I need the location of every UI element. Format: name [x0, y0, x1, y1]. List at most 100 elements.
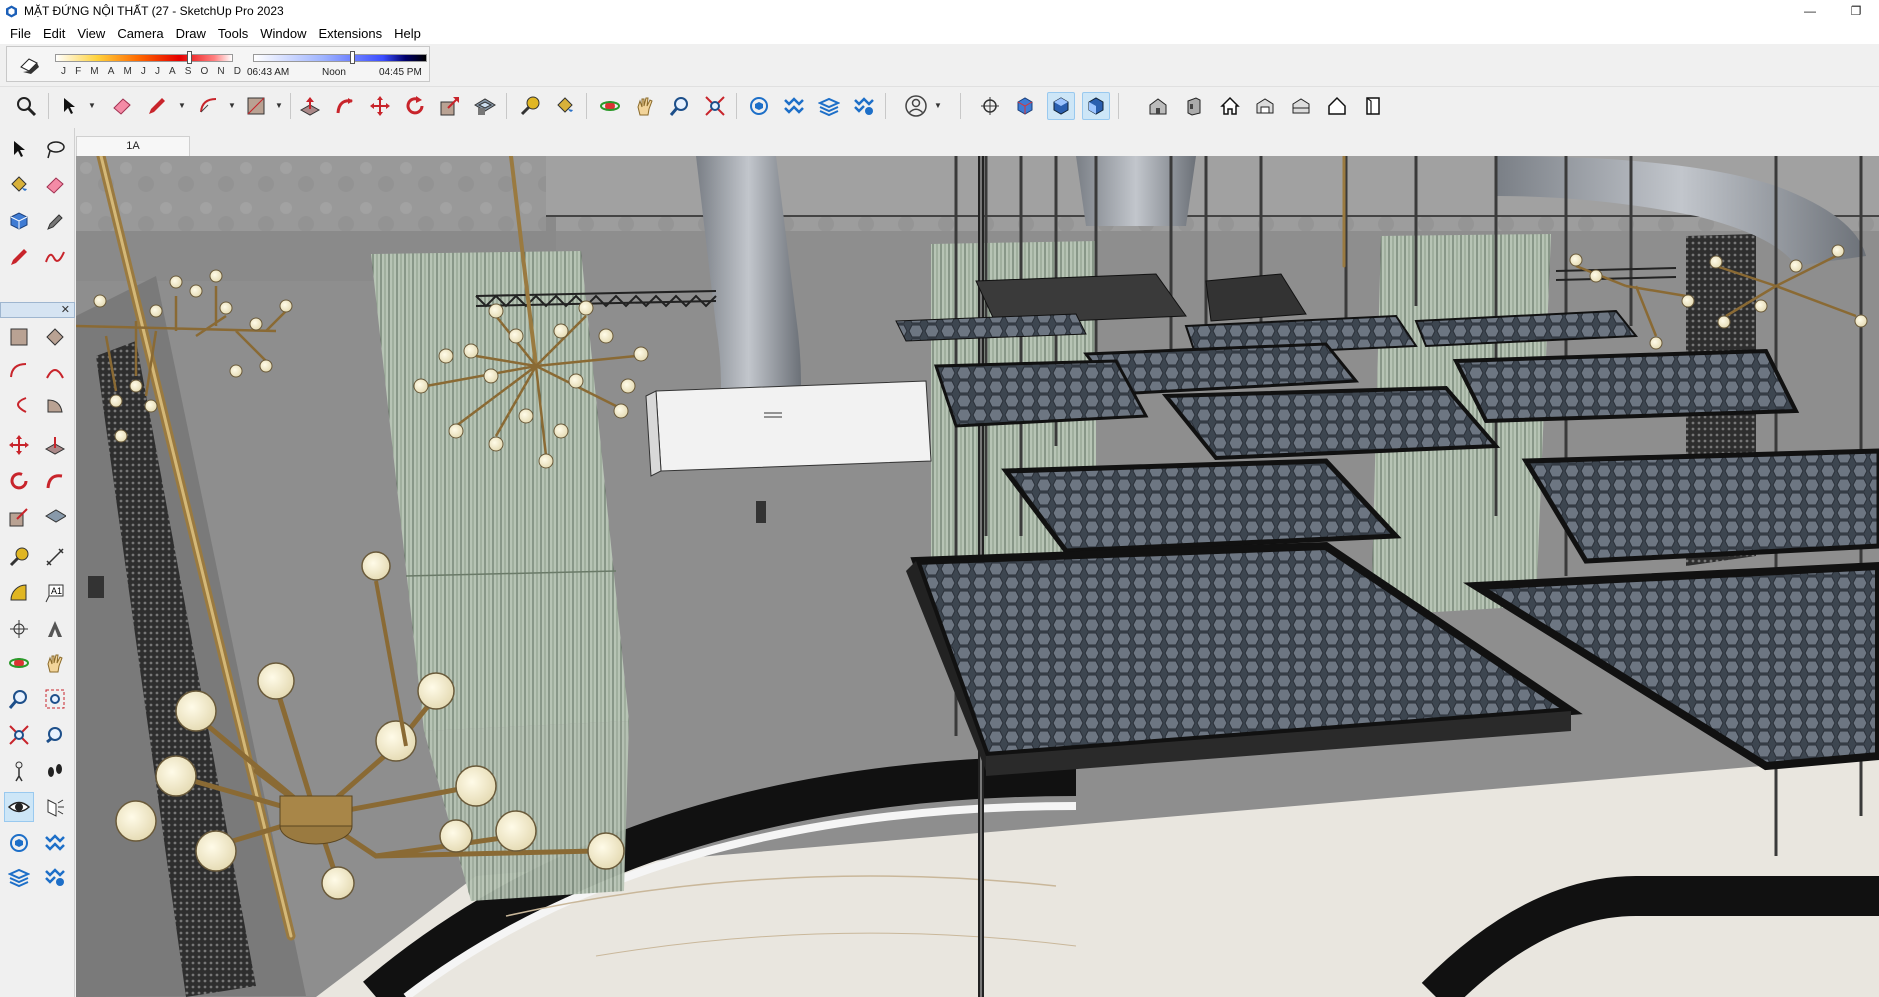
styles-panel-icon[interactable]: [40, 862, 70, 892]
move-tool-icon[interactable]: [4, 430, 34, 460]
menu-window[interactable]: Window: [254, 26, 312, 41]
month-label: S: [184, 66, 192, 77]
scene-tab[interactable]: 1A: [76, 136, 190, 156]
time-slider-thumb[interactable]: [350, 51, 356, 64]
home-view-icon[interactable]: [1216, 92, 1244, 120]
line-tool-icon[interactable]: [4, 242, 34, 272]
menu-view[interactable]: View: [71, 26, 111, 41]
axes-icon[interactable]: [4, 614, 34, 644]
walk-icon[interactable]: [40, 756, 70, 786]
freehand-icon[interactable]: [40, 242, 70, 272]
scale-icon[interactable]: [436, 92, 464, 120]
offset-tool-icon[interactable]: [40, 502, 70, 532]
eraser-tool-icon[interactable]: [40, 170, 70, 200]
offset-icon[interactable]: [471, 92, 499, 120]
rotate-tool-icon[interactable]: [4, 466, 34, 496]
menu-help[interactable]: Help: [388, 26, 427, 41]
menu-extensions[interactable]: Extensions: [313, 26, 389, 41]
pie-icon[interactable]: [40, 390, 70, 420]
pan-tool-icon[interactable]: [40, 648, 70, 678]
account-icon[interactable]: [902, 92, 930, 120]
iso-house-icon[interactable]: [1144, 92, 1172, 120]
house-outline-icon[interactable]: [1323, 92, 1351, 120]
menu-camera[interactable]: Camera: [111, 26, 169, 41]
orbit-icon[interactable]: [596, 92, 624, 120]
select-tool-icon[interactable]: [4, 134, 34, 164]
components-icon[interactable]: [745, 92, 773, 120]
top-view-icon[interactable]: [1047, 92, 1075, 120]
arc-tool-icon[interactable]: [4, 356, 34, 386]
zoom-extents-icon[interactable]: [12, 92, 40, 120]
protractor-icon[interactable]: [4, 578, 34, 608]
menu-file[interactable]: File: [4, 26, 37, 41]
floating-toolbar-header[interactable]: ✕: [0, 302, 75, 318]
zoom-tool-icon[interactable]: [4, 684, 34, 714]
month-label: A: [107, 66, 115, 77]
select-icon[interactable]: [55, 92, 83, 120]
zoom-window-tool-icon[interactable]: [40, 684, 70, 714]
minimize-button[interactable]: —: [1787, 0, 1833, 22]
pan-icon[interactable]: [631, 92, 659, 120]
back-view-icon[interactable]: [1251, 92, 1279, 120]
3d-text-icon[interactable]: [40, 614, 70, 644]
follow-me-tool-icon[interactable]: [40, 466, 70, 496]
zoom-window-icon[interactable]: [701, 92, 729, 120]
dimension-icon[interactable]: [40, 542, 70, 572]
close-icon[interactable]: ✕: [61, 303, 70, 316]
iso-view-icon[interactable]: [1011, 92, 1039, 120]
materials-panel-icon[interactable]: [4, 862, 34, 892]
tape-measure-tool-icon[interactable]: [4, 542, 34, 572]
paint-bucket-icon[interactable]: [551, 92, 579, 120]
rotated-rectangle-icon[interactable]: [40, 322, 70, 352]
scene-tabs-bar: 1A: [76, 134, 1879, 156]
rectangle-tool-icon[interactable]: [4, 322, 34, 352]
menu-draw[interactable]: Draw: [170, 26, 212, 41]
make-component-icon[interactable]: [4, 206, 34, 236]
rectangle-icon[interactable]: [242, 92, 270, 120]
rotate-icon[interactable]: [401, 92, 429, 120]
model-viewport[interactable]: [76, 156, 1879, 997]
shadow-toggle-icon[interactable]: [17, 53, 41, 75]
two-point-arc-icon[interactable]: [40, 356, 70, 386]
tags-panel-icon[interactable]: [40, 828, 70, 858]
scale-tool-icon[interactable]: [4, 502, 34, 532]
tape-measure-icon[interactable]: [516, 92, 544, 120]
look-around-icon[interactable]: [4, 792, 34, 822]
zoom-extents-tool-icon[interactable]: [4, 720, 34, 750]
right-view-icon[interactable]: [1180, 92, 1208, 120]
time-start-label: 06:43 AM: [247, 67, 290, 78]
time-slider[interactable]: [253, 54, 427, 62]
orbit-tool-icon[interactable]: [4, 648, 34, 678]
eraser-icon[interactable]: [108, 92, 136, 120]
move-icon[interactable]: [366, 92, 394, 120]
styles-icon[interactable]: [850, 92, 878, 120]
section-tool-icon[interactable]: [40, 792, 70, 822]
components-panel-icon[interactable]: [4, 828, 34, 858]
push-pull-tool-icon[interactable]: [40, 430, 70, 460]
tags-icon[interactable]: [780, 92, 808, 120]
menu-edit[interactable]: Edit: [37, 26, 71, 41]
front-view-icon[interactable]: [1082, 92, 1110, 120]
previous-view-icon[interactable]: [40, 720, 70, 750]
pencil-icon[interactable]: [143, 92, 171, 120]
paint-bucket-tool-icon[interactable]: [4, 170, 34, 200]
follow-me-icon[interactable]: [331, 92, 359, 120]
month-slider[interactable]: [55, 54, 233, 62]
materials-icon[interactable]: [815, 92, 843, 120]
sketchup-logo-icon: [4, 4, 18, 18]
eyedropper-icon[interactable]: [40, 206, 70, 236]
position-camera-tool-icon[interactable]: [4, 756, 34, 786]
left-view-icon[interactable]: [1287, 92, 1315, 120]
month-slider-thumb[interactable]: [186, 51, 192, 64]
section-plane-icon[interactable]: [1359, 92, 1387, 120]
menu-tools[interactable]: Tools: [212, 26, 254, 41]
svg-text:A1: A1: [51, 586, 62, 596]
push-pull-icon[interactable]: [296, 92, 324, 120]
maximize-button[interactable]: ❐: [1833, 0, 1879, 22]
three-point-arc-icon[interactable]: [4, 390, 34, 420]
zoom-icon[interactable]: [666, 92, 694, 120]
position-camera-icon[interactable]: [976, 92, 1004, 120]
arc-icon[interactable]: [195, 92, 223, 120]
text-tool-icon[interactable]: A1: [40, 578, 70, 608]
lasso-icon[interactable]: [40, 134, 70, 164]
